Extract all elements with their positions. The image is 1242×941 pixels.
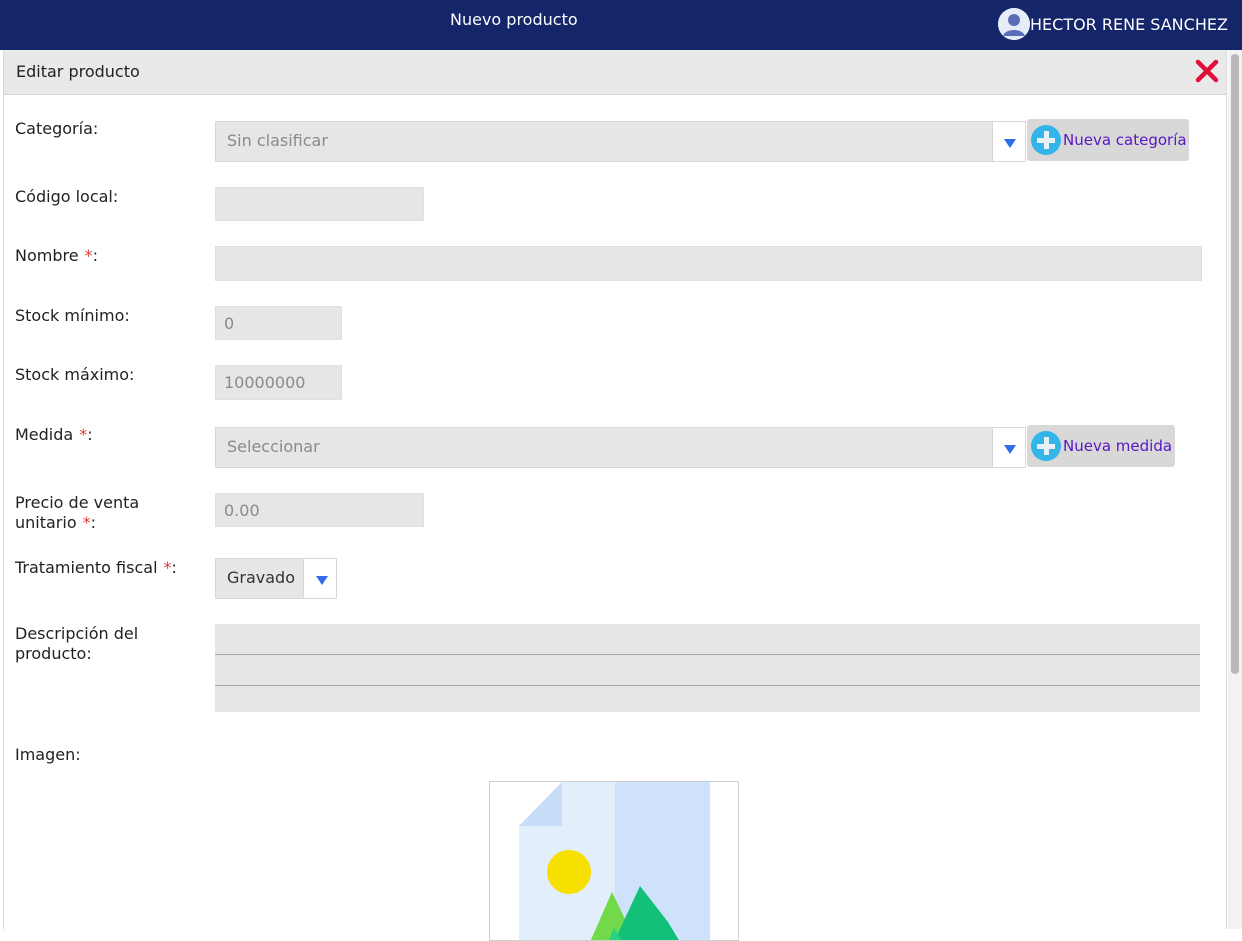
tratamiento-value: Gravado [227,568,295,587]
stock-minimo-input[interactable]: 0 [215,306,342,340]
image-placeholder-icon [519,782,710,940]
close-icon[interactable] [1194,58,1220,84]
new-measure-label: Nueva medida [1063,437,1173,455]
nombre-input[interactable] [215,246,1202,281]
scrollbar-thumb[interactable] [1231,54,1239,674]
stock-maximo-input[interactable]: 10000000 [215,365,342,400]
tratamiento-select[interactable]: Gravado [215,558,337,599]
precio-label: Precio de venta unitario *: [15,493,140,532]
user-name: HECTOR RENE SANCHEZ [1030,14,1228,34]
medida-dropdown-toggle[interactable] [992,428,1025,467]
categoria-label: Categoría: [15,119,99,138]
medida-label: Medida *: [15,425,93,444]
plus-circle-icon [1031,431,1061,461]
user-avatar-icon [998,8,1030,40]
new-measure-button[interactable]: Nueva medida [1027,425,1175,467]
stock-minimo-label: Stock mínimo: [15,306,130,325]
categoria-dropdown-toggle[interactable] [992,122,1025,161]
codigo-local-label: Código local: [15,187,119,206]
top-bar: Nuevo producto HECTOR RENE SANCHEZ [0,0,1242,50]
image-upload-box[interactable] [489,781,739,941]
categoria-value: Sin clasificar [227,131,328,150]
tratamiento-dropdown-toggle[interactable] [303,559,336,598]
page-title: Nuevo producto [450,10,578,29]
descripcion-textarea[interactable] [215,624,1200,712]
chevron-down-icon [1004,138,1016,148]
scrollbar[interactable] [1228,50,1242,929]
chevron-down-icon [316,575,328,585]
new-category-label: Nueva categoría [1063,131,1187,149]
precio-input[interactable]: 0.00 [215,493,424,527]
medida-select[interactable]: Seleccionar [215,427,1026,468]
user-menu[interactable]: HECTOR RENE SANCHEZ [998,8,1228,40]
categoria-select[interactable]: Sin clasificar [215,121,1026,162]
modal-title: Editar producto [16,62,140,81]
textarea-rule [215,685,1200,686]
plus-circle-icon [1031,125,1061,155]
stock-maximo-label: Stock máximo: [15,365,135,384]
imagen-label: Imagen: [15,745,81,764]
medida-value: Seleccionar [227,437,320,456]
codigo-local-input[interactable] [215,187,424,221]
tratamiento-label: Tratamiento fiscal *: [15,558,177,577]
chevron-down-icon [1004,444,1016,454]
nombre-label: Nombre *: [15,246,98,265]
descripcion-label: Descripción del producto: [15,624,139,663]
new-category-button[interactable]: Nueva categoría [1027,119,1189,161]
textarea-rule [215,654,1200,655]
modal-header: Editar producto [4,50,1226,95]
